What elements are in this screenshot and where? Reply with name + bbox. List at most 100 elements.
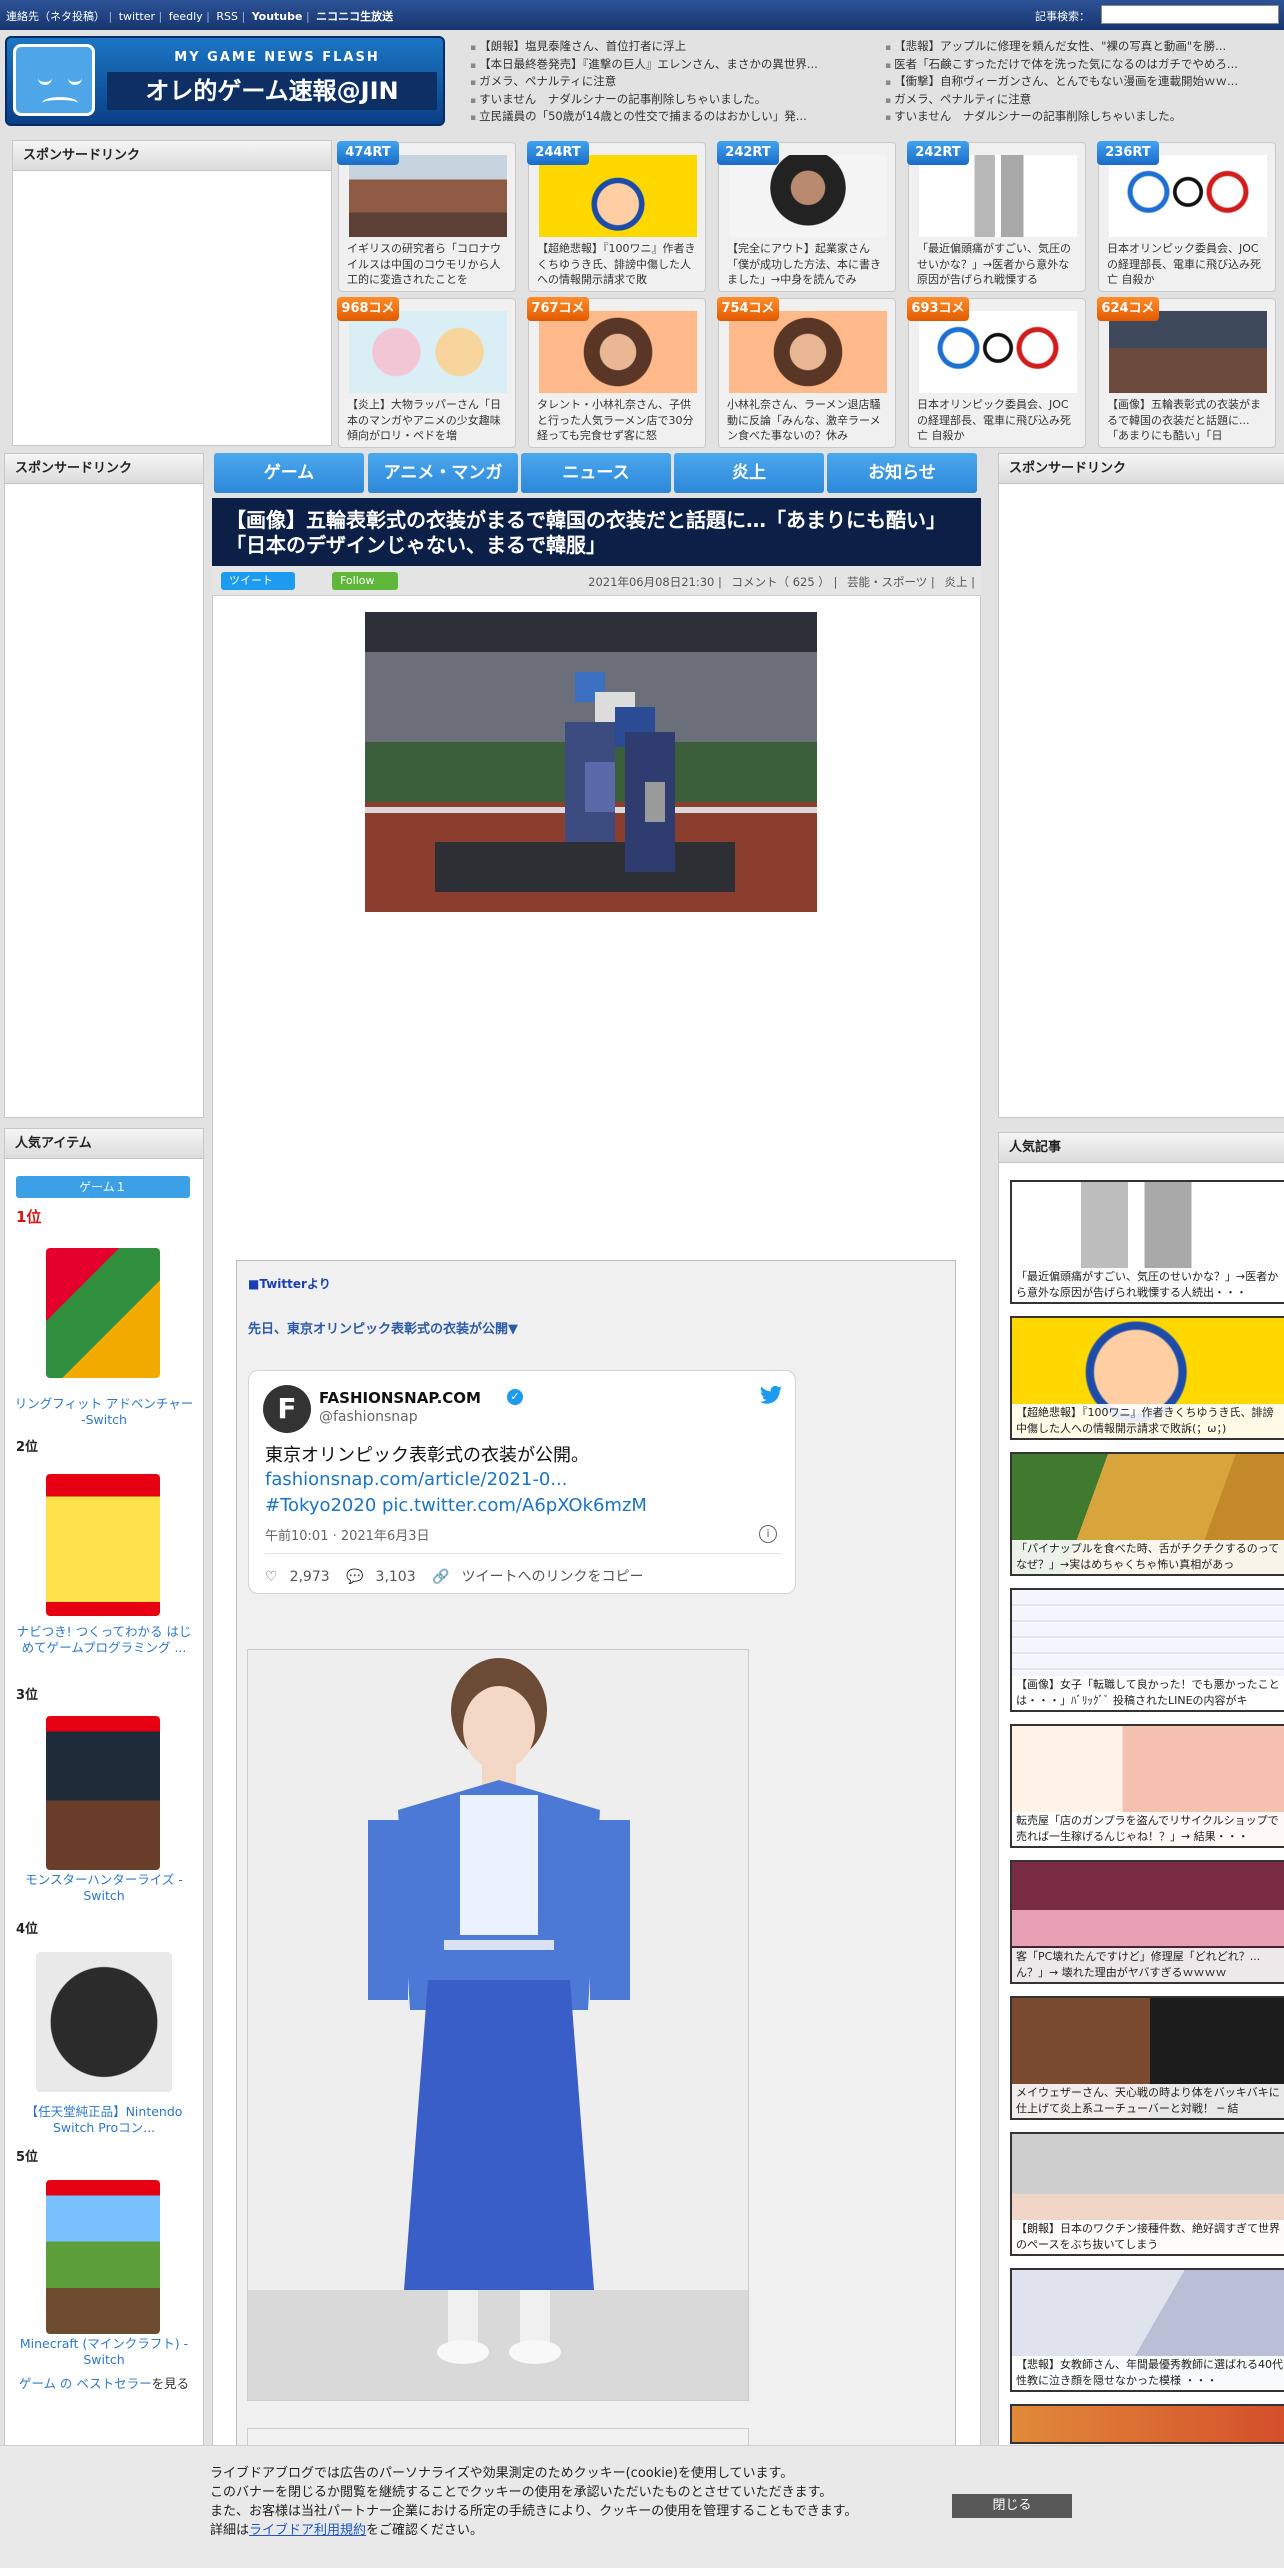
info-icon[interactable]: i (759, 1525, 777, 1543)
follow-button[interactable]: Follow (332, 572, 398, 590)
popular-article-title: 【超絶悲報】『100ワニ』作者きくちゆうき氏、誹謗中傷した人への情報開示請求で敗… (1012, 1404, 1284, 1438)
tweet-divider (265, 1553, 781, 1554)
tweet-button[interactable]: ツイート (221, 572, 295, 590)
feedly-link[interactable]: feedly (169, 10, 203, 23)
rt-card[interactable]: 754コメ 小林礼奈さん、ラーメン退店騒動に反論「みんな、激辛ラーメン食べた事な… (717, 297, 896, 448)
twitter-bird-icon[interactable] (759, 1385, 783, 1413)
product-name[interactable]: リングフィット アドベンチャー -Switch (14, 1396, 194, 1428)
woman-in-uniform-image (248, 1650, 748, 2400)
headline-item[interactable]: 医者「石鹸こすっただけで体を洗った気になるのはガチでやめろ... (885, 56, 1284, 74)
rt-card[interactable]: 767コメ タレント・小林礼奈さん、子供と行った人気ラーメン店で30分経っても完… (527, 297, 706, 448)
tweet-handle[interactable]: @fashionsnap (319, 1409, 418, 1425)
popular-items-heading: 人気アイテム (5, 1129, 203, 1159)
tweet-author-name[interactable]: FASHIONSNAP.COM (319, 1389, 481, 1407)
product-name[interactable]: モンスターハンターライズ -Switch (14, 1872, 194, 1904)
product-name[interactable]: Minecraft (マインクラフト) - Switch (14, 2336, 194, 2368)
headline-item[interactable]: 【本日最終巻発売】『進撃の巨人』エレンさん、まさかの異世界... (470, 56, 870, 74)
rt-card[interactable]: 693コメ 日本オリンピック委員会、JOCの経理部長、電車に飛び込み死亡 自殺か (907, 297, 1086, 448)
headline-item[interactable]: すいません ナダルシナーの記事削除しちゃいました。 (885, 108, 1284, 126)
popular-article[interactable]: 【画像】女子「転職して良かった！でも悪かったことは・・・」ﾊﾞﾘｯｸﾞﾞ 投稿さ… (1010, 1588, 1284, 1712)
rt-title: 【完全にアウト】起業家さん「僕が成功した方法、本に書きました」→中身を読んでみ (727, 242, 881, 286)
popular-article-partial[interactable] (1010, 2404, 1284, 2444)
rt-badge: 767コメ (527, 297, 589, 321)
rt-thumbnail (729, 311, 887, 393)
contact-link[interactable]: 連絡先（ネタ投稿） (6, 10, 105, 23)
popular-article-title: 「最近偏頭痛がすごい、気圧のせいかな？」→医者から意外な原因が告げられ戦慄する人… (1012, 1268, 1284, 1302)
article-title: 【画像】五輪表彰式の衣装がまるで韓国の衣装だと話題に…「あまりにも酷い」「日本の… (212, 498, 981, 566)
nav-anime-manga[interactable]: アニメ・マンガ (368, 453, 518, 493)
search-label: 記事検索： (1035, 10, 1090, 23)
search-input[interactable] (1101, 5, 1279, 24)
rt-thumbnail (349, 155, 507, 237)
cookie-close-button[interactable]: 閉じる (952, 2494, 1072, 2518)
product-name[interactable]: 【任天堂純正品】Nintendo Switch Proコン... (14, 2104, 194, 2136)
sponsor-heading: スポンサードリンク (999, 454, 1284, 484)
terms-link[interactable]: ライブドア利用規約 (249, 2523, 366, 2538)
tweet-link[interactable]: fashionsnap.com/article/2021-0... (265, 1469, 568, 1490)
product-minecraft-image[interactable] (46, 2180, 160, 2334)
popular-articles-heading: 人気記事 (999, 1133, 1284, 1163)
niconico-link[interactable]: ニコニコ生放送 (316, 10, 393, 23)
rt-badge: 693コメ (907, 297, 969, 321)
tag-link[interactable]: 炎上 (944, 575, 967, 589)
tweet-card[interactable]: F FASHIONSNAP.COM ✓ @fashionsnap 東京オリンピッ… (248, 1370, 796, 1594)
tweet-avatar[interactable]: F (263, 1385, 311, 1433)
popular-article[interactable]: 「最近偏頭痛がすごい、気圧のせいかな？」→医者から意外な原因が告げられ戦慄する人… (1010, 1180, 1284, 1304)
tweet-label: ツイート (229, 574, 273, 587)
rt-card[interactable]: 968コメ 【炎上】大物ラッパーさん「日本のマンガやアニメの少女趣味傾向がロリ・… (337, 297, 516, 448)
headline-item[interactable]: すいません ナダルシナーの記事削除しちゃいました。 (470, 91, 870, 109)
bestseller-link[interactable]: ゲーム の ベストセラー (19, 2376, 152, 2391)
nav-enjo[interactable]: 炎上 (674, 453, 824, 493)
rt-badge: 244RT (527, 141, 589, 165)
popular-article-title: 客「PC壊れたんですけど」修理屋「どれどれ？...ん？」→ 壊れた理由がヤバすぎ… (1012, 1948, 1284, 1982)
link-icon[interactable]: 🔗 (432, 1569, 449, 1585)
rt-card[interactable]: 236RT 日本オリンピック委員会、JOCの経理部長、電車に飛び込み死亡 自殺か (1097, 141, 1276, 292)
rt-title: 【炎上】大物ラッパーさん「日本のマンガやアニメの少女趣味傾向がロリ・ペドを増 (347, 398, 501, 442)
rt-card[interactable]: 242RT 【完全にアウト】起業家さん「僕が成功した方法、本に書きました」→中身… (717, 141, 896, 292)
category-link[interactable]: 芸能・スポーツ (847, 575, 927, 589)
headline-item[interactable]: ガメラ、ペナルティに注意 (470, 73, 870, 91)
heart-icon[interactable]: ♡ (265, 1569, 278, 1585)
popular-article[interactable]: 客「PC壊れたんですけど」修理屋「どれどれ？...ん？」→ 壊れた理由がヤバすぎ… (1010, 1860, 1284, 1984)
top-bar: 連絡先（ネタ投稿） | twitter | feedly | RSS | You… (0, 0, 1284, 30)
popular-article[interactable]: 「パイナップルを食べた時、舌がチクチクするのってなぜ？」→実はめちゃくちゃ怖い真… (1010, 1452, 1284, 1576)
nav-game[interactable]: ゲーム (214, 453, 364, 493)
product-name[interactable]: ナビつき! つくってわかる はじめてゲームプログラミング ... (14, 1624, 194, 1656)
rt-card[interactable]: 242RT 「最近偏頭痛がすごい、気圧のせいかな？」→医者から意外な原因が告げら… (907, 141, 1086, 292)
rt-card[interactable]: 244RT 【超絶悲報】『100ワニ』作者きくちゆうき氏、誹謗中傷した人への情報… (527, 141, 706, 292)
rt-card[interactable]: 474RT イギリスの研究者ら「コロナウイルスは中国のコウモリから人工的に変造さ… (337, 141, 516, 292)
copy-link[interactable]: ツイートへのリンクをコピー (462, 1569, 644, 1585)
headline-item[interactable]: 【衝撃】自称ヴィーガンさん、とんでもない漫画を連載開始ｗｗ... (885, 73, 1284, 91)
product-programming-image[interactable] (46, 1474, 160, 1616)
rss-link[interactable]: RSS (216, 10, 238, 23)
headline-item[interactable]: 【悲報】アップルに修理を頼んだ女性、"裸の写真と動画"を勝... (885, 38, 1284, 56)
product-ringfit-image[interactable] (46, 1248, 160, 1378)
product-procon-image[interactable] (36, 1952, 172, 2092)
product-monsterhunter-image[interactable] (46, 1716, 160, 1870)
twitter-link[interactable]: twitter (119, 10, 155, 23)
reply-icon[interactable]: 💬 (346, 1569, 363, 1585)
popular-article[interactable]: 転売屋「店のガンプラを盗んでリサイクルショップで売れば一生稼げるんじゃね！？」→… (1010, 1724, 1284, 1848)
nav-info[interactable]: お知らせ (827, 453, 977, 493)
popular-article[interactable]: メイウェザーさん、天心戦の時より体をバッキバキに仕上げて炎上系ユーチューバーと対… (1010, 1996, 1284, 2120)
tweet-hashtag-link[interactable]: #Tokyo2020 pic.twitter.com/A6pXOk6mzM (265, 1495, 647, 1516)
youtube-link[interactable]: Youtube (252, 10, 303, 23)
headline-item[interactable]: 立民議員の「50歳が14歳との性交で捕まるのはおかしい」発... (470, 108, 870, 126)
nav-news[interactable]: ニュース (521, 453, 671, 493)
rt-card[interactable]: 624コメ 【画像】五輪表彰式の衣装がまるで韓国の衣装だと話題に...「あまりに… (1097, 297, 1276, 448)
tab-game-1[interactable]: ゲーム１ (16, 1176, 190, 1198)
tweet-date[interactable]: 午前10:01 · 2021年6月3日 (265, 1525, 430, 1544)
rt-title: 日本オリンピック委員会、JOCの経理部長、電車に飛び込み死亡 自殺か (917, 398, 1071, 442)
site-logo[interactable]: MY GAME NEWS FLASH オレ的ゲーム速報@JIN (5, 36, 445, 126)
reply-count[interactable]: 3,103 (376, 1569, 416, 1585)
popular-article-title: 【悲報】女教師さん、年間最優秀教師に選ばれる40代性教に泣き顔を隠せなかった模様… (1012, 2356, 1284, 2390)
popular-article[interactable]: 【悲報】女教師さん、年間最優秀教師に選ばれる40代性教に泣き顔を隠せなかった模様… (1010, 2268, 1284, 2392)
headline-item[interactable]: 【朗報】塩見泰隆さん、首位打者に浮上 (470, 38, 870, 56)
headline-column-left: 【朗報】塩見泰隆さん、首位打者に浮上 【本日最終巻発売】『進撃の巨人』エレンさん… (470, 38, 870, 126)
headline-item[interactable]: ガメラ、ペナルティに注意 (885, 91, 1284, 109)
comments-link[interactable]: コメント（ 625 ） (732, 575, 830, 589)
like-count[interactable]: 2,973 (290, 1569, 330, 1585)
bestseller-row: ゲーム の ベストセラーを見る (14, 2376, 194, 2392)
popular-article[interactable]: 【超絶悲報】『100ワニ』作者きくちゆうき氏、誹謗中傷した人への情報開示請求で敗… (1010, 1316, 1284, 1440)
popular-article[interactable]: 【朗報】日本のワクチン接種件数、絶好調すぎて世界のペースをぶち抜いてしまう (1010, 2132, 1284, 2256)
